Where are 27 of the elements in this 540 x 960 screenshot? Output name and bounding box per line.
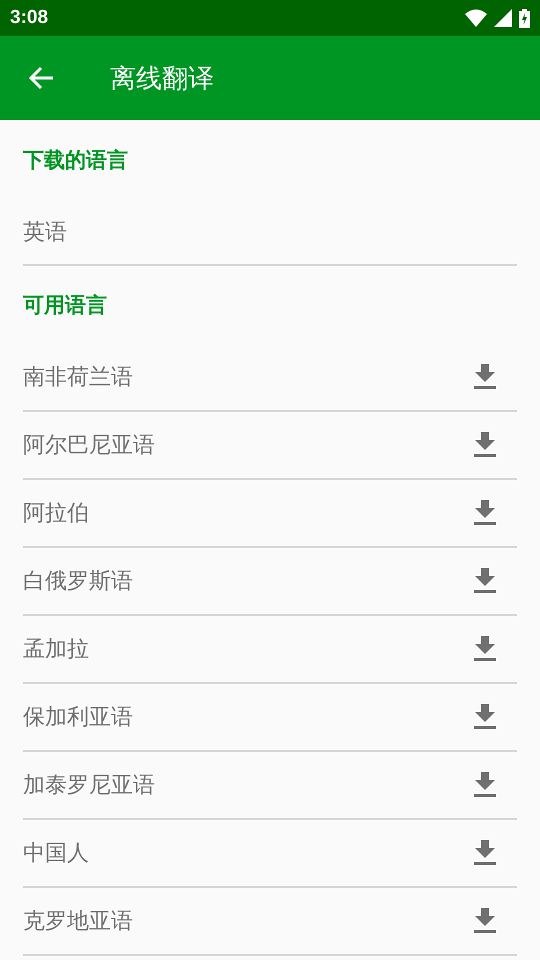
language-item[interactable]: 白俄罗斯语 [23, 566, 133, 596]
download-icon[interactable] [474, 840, 496, 866]
language-item[interactable]: 保加利亚语 [23, 702, 133, 732]
download-icon[interactable] [474, 908, 496, 934]
clock: 3:08 [10, 7, 48, 29]
language-item[interactable]: 克罗地亚语 [23, 906, 133, 936]
signal-icon [494, 9, 512, 27]
download-icon[interactable] [474, 432, 496, 458]
download-icon[interactable] [474, 500, 496, 526]
language-item[interactable]: 阿尔巴尼亚语 [23, 430, 155, 460]
language-item[interactable]: 阿拉伯 [23, 498, 89, 528]
download-icon[interactable] [474, 636, 496, 662]
back-arrow-icon[interactable] [29, 66, 55, 90]
download-icon[interactable] [474, 568, 496, 594]
language-item[interactable]: 孟加拉 [23, 634, 89, 664]
download-icon[interactable] [474, 704, 496, 730]
download-icon[interactable] [474, 364, 496, 390]
language-item[interactable]: 南非荷兰语 [23, 362, 133, 392]
screen-title: 离线翻译 [110, 62, 214, 96]
section-header: 下载的语言 [23, 147, 129, 174]
wifi-icon [465, 9, 487, 27]
language-item[interactable]: 中国人 [23, 838, 89, 868]
section-header: 可用语言 [23, 292, 108, 319]
battery-icon [519, 8, 530, 28]
download-icon[interactable] [474, 772, 496, 798]
language-item[interactable]: 英语 [23, 217, 67, 247]
language-item[interactable]: 加泰罗尼亚语 [23, 770, 155, 800]
